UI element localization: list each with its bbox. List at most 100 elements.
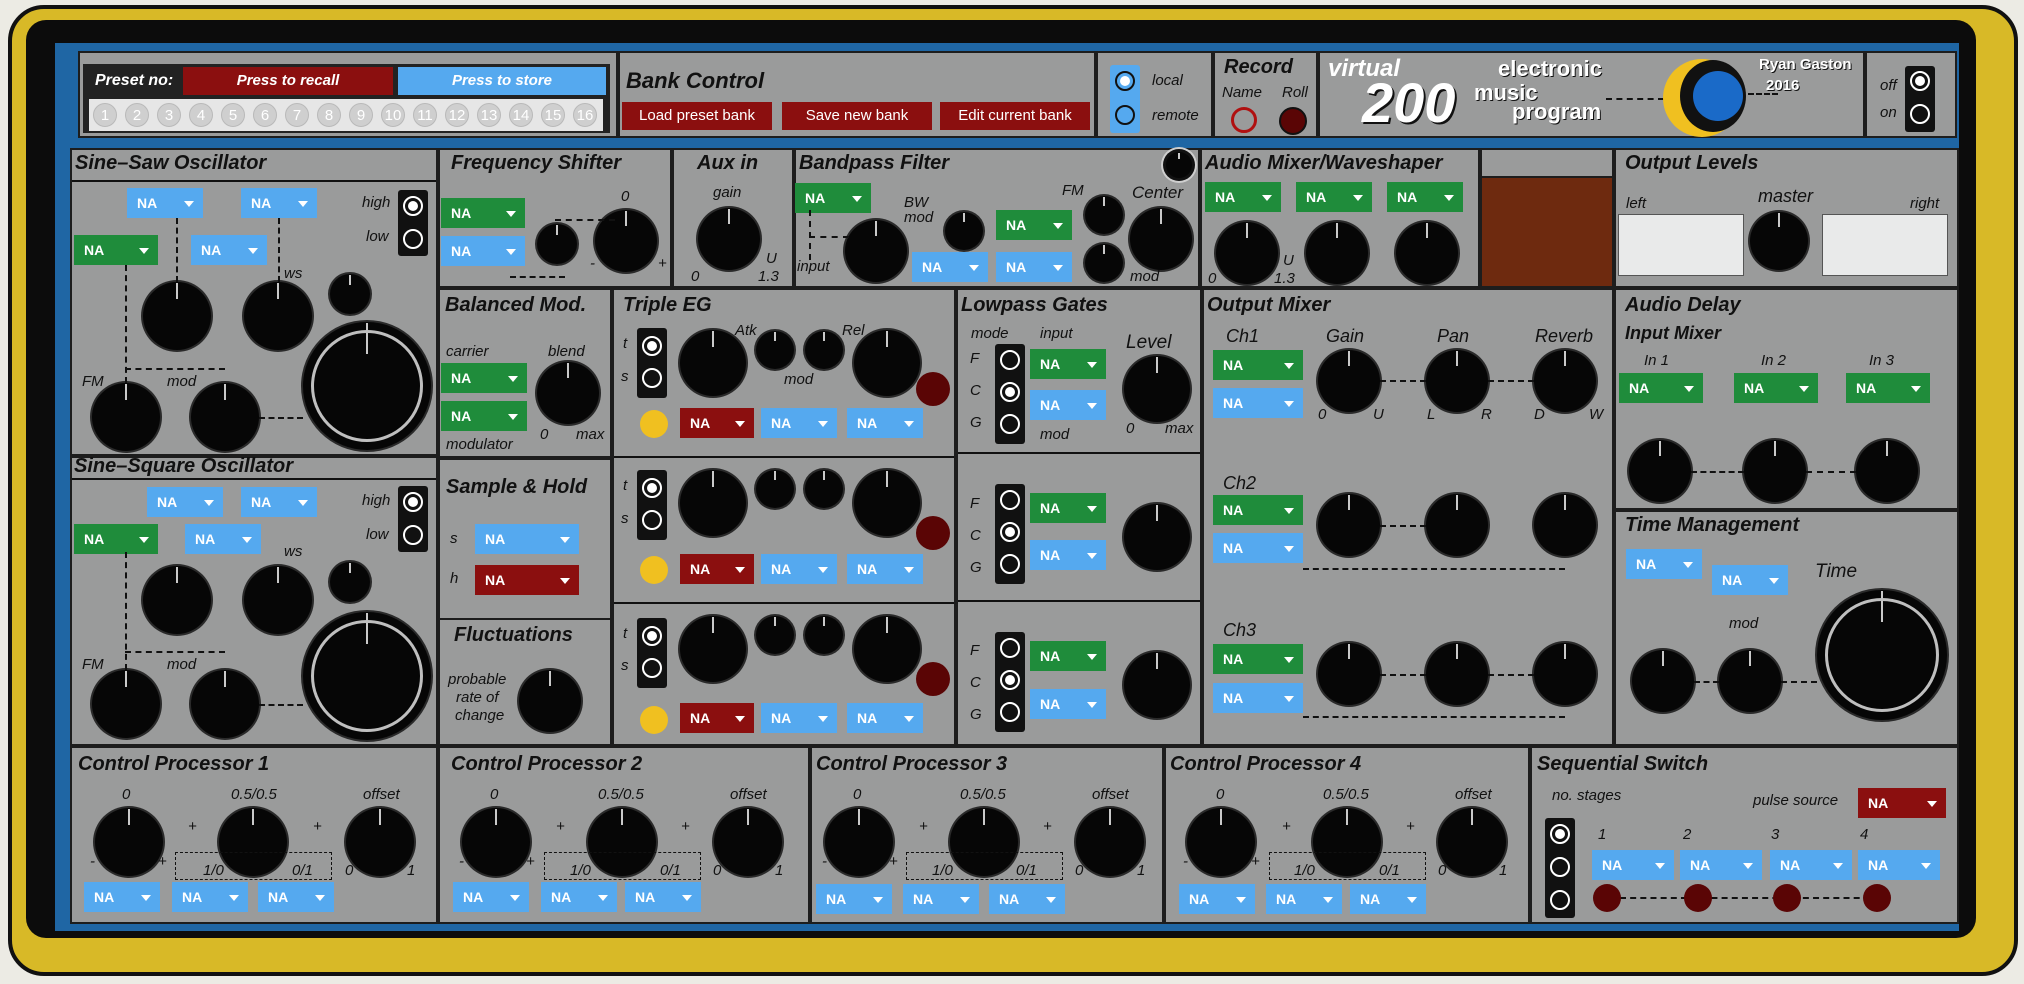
lpg3-mode-switch[interactable] — [995, 632, 1025, 732]
cp3-knob-1[interactable] — [825, 808, 893, 876]
bandpass-fm-knob[interactable] — [1085, 196, 1123, 234]
eg3-main-knob[interactable] — [680, 616, 746, 682]
sine-saw-ws-knob[interactable] — [244, 282, 312, 350]
cp4-knob-1[interactable] — [1187, 808, 1255, 876]
cp1-dd-3[interactable]: NA — [258, 882, 334, 912]
sine-square-mod-knob[interactable] — [191, 670, 259, 738]
sine-saw-mod-knob[interactable] — [191, 383, 259, 451]
lpg3-mod-dd[interactable]: NA — [1030, 689, 1106, 719]
cp3-offset-knob[interactable] — [1076, 808, 1144, 876]
cp2-knob-1[interactable] — [462, 808, 530, 876]
sine-square-dd-3[interactable]: NA — [74, 524, 158, 554]
lpg1-mode-switch[interactable] — [995, 344, 1025, 444]
cp2-dd-1[interactable]: NA — [453, 882, 529, 912]
sine-saw-low-radio[interactable] — [403, 229, 423, 249]
lpg1-f-radio[interactable] — [1000, 350, 1020, 370]
sine-saw-dd-4[interactable]: NA — [191, 235, 267, 265]
sine-saw-dd-3[interactable]: NA — [74, 235, 158, 265]
freq-shifter-dd-1[interactable]: NA — [441, 198, 525, 228]
cp3-dd-1[interactable]: NA — [816, 884, 892, 914]
cp1-dd-2[interactable]: NA — [172, 882, 248, 912]
ch1-pan-knob[interactable] — [1426, 350, 1488, 412]
eg1-main-knob[interactable] — [680, 330, 746, 396]
eg1-atk-knob[interactable] — [756, 331, 794, 369]
sine-saw-dd-1[interactable]: NA — [127, 188, 203, 218]
preset-11[interactable]: 11 — [413, 103, 437, 127]
audio-mixer-dd-2[interactable]: NA — [1296, 182, 1372, 212]
eg3-rel-knob[interactable] — [805, 616, 843, 654]
save-bank-button[interactable]: Save new bank — [782, 102, 932, 130]
lpg3-c-radio[interactable] — [1000, 670, 1020, 690]
in2-knob[interactable] — [1744, 440, 1806, 502]
sine-saw-small-knob[interactable] — [330, 274, 370, 314]
local-radio[interactable] — [1115, 71, 1135, 91]
eg1-dd-3[interactable]: NA — [847, 408, 923, 438]
sine-saw-dd-2[interactable]: NA — [241, 188, 317, 218]
modulator-dd[interactable]: NA — [441, 401, 527, 431]
ch2-dd-2[interactable]: NA — [1213, 533, 1303, 563]
bandpass-dd-2[interactable]: NA — [912, 252, 988, 282]
eg2-trigger-button[interactable] — [640, 556, 668, 584]
preset-6[interactable]: 6 — [253, 103, 277, 127]
cp2-dd-3[interactable]: NA — [625, 882, 701, 912]
cp4-offset-knob[interactable] — [1438, 808, 1506, 876]
ch2-pan-knob[interactable] — [1426, 494, 1488, 556]
lpg2-f-radio[interactable] — [1000, 490, 1020, 510]
preset-7[interactable]: 7 — [285, 103, 309, 127]
sine-saw-high-radio[interactable] — [403, 196, 423, 216]
lpg1-level-knob[interactable] — [1124, 356, 1190, 422]
preset-8[interactable]: 8 — [317, 103, 341, 127]
preset-14[interactable]: 14 — [509, 103, 533, 127]
in3-knob[interactable] — [1856, 440, 1918, 502]
eg3-trigger-button[interactable] — [640, 706, 668, 734]
lpg3-f-radio[interactable] — [1000, 638, 1020, 658]
fluct-rate-knob[interactable] — [519, 670, 581, 732]
preset-1[interactable]: 1 — [93, 103, 117, 127]
sine-square-dd-2[interactable]: NA — [241, 487, 317, 517]
ch3-reverb-knob[interactable] — [1534, 643, 1596, 705]
eg1-dd-2[interactable]: NA — [761, 408, 837, 438]
in2-dd[interactable]: NA — [1734, 373, 1818, 403]
preset-12[interactable]: 12 — [445, 103, 469, 127]
freq-shifter-dd-2[interactable]: NA — [441, 236, 525, 266]
lpg3-input-dd[interactable]: NA — [1030, 641, 1106, 671]
store-button[interactable]: Press to store — [398, 67, 606, 95]
preset-5[interactable]: 5 — [221, 103, 245, 127]
stages-switch[interactable] — [1545, 818, 1575, 918]
pulse-source-dd[interactable]: NA — [1858, 788, 1946, 818]
bandpass-mode-button[interactable] — [1166, 152, 1192, 178]
eg3-t-radio[interactable] — [642, 626, 662, 646]
lpg2-level-knob[interactable] — [1124, 504, 1190, 570]
audio-mixer-knob-1[interactable] — [1216, 222, 1278, 284]
time-dd-2[interactable]: NA — [1712, 565, 1788, 595]
power-off-radio[interactable] — [1910, 71, 1930, 91]
carrier-dd[interactable]: NA — [441, 363, 527, 393]
cp2-offset-knob[interactable] — [714, 808, 782, 876]
ch2-gain-knob[interactable] — [1318, 494, 1380, 556]
cp1-offset-knob[interactable] — [346, 808, 414, 876]
preset-9[interactable]: 9 — [349, 103, 373, 127]
eg2-rel-knob[interactable] — [805, 470, 843, 508]
freq-shifter-mod-knob[interactable] — [537, 224, 577, 264]
eg1-rel-knob[interactable] — [805, 331, 843, 369]
aux-in-gain-knob[interactable] — [698, 208, 760, 270]
sine-square-dd-1[interactable]: NA — [147, 487, 223, 517]
cp3-dd-2[interactable]: NA — [903, 884, 979, 914]
eg3-atk-knob[interactable] — [756, 616, 794, 654]
eg1-trigger-button[interactable] — [640, 410, 668, 438]
ch1-reverb-knob[interactable] — [1534, 350, 1596, 412]
eg1-level-knob[interactable] — [854, 330, 920, 396]
bandpass-bw-mod-knob[interactable] — [945, 212, 983, 250]
bandpass-mod-knob[interactable] — [1085, 244, 1123, 282]
cp1-knob-1[interactable] — [95, 808, 163, 876]
record-roll-button[interactable] — [1279, 107, 1307, 135]
time-dd-1[interactable]: NA — [1626, 549, 1702, 579]
lpg2-c-radio[interactable] — [1000, 522, 1020, 542]
audio-mixer-knob-3[interactable] — [1396, 222, 1458, 284]
audio-mixer-dd-1[interactable]: NA — [1205, 182, 1281, 212]
eg3-dd-3[interactable]: NA — [847, 703, 923, 733]
blend-knob[interactable] — [537, 362, 599, 424]
stage-2-dd[interactable]: NA — [1680, 850, 1762, 880]
record-name-button[interactable] — [1231, 107, 1257, 133]
cp2-dd-2[interactable]: NA — [541, 882, 617, 912]
